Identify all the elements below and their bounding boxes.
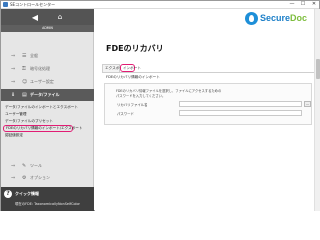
sidebar-subitem[interactable]: データ/ファイルのインポートとエクスポート: [5, 104, 78, 111]
instructions: FDEのリカバリ情報ファイルを選択し、ファイルにアクセスするための パスワードを…: [116, 89, 221, 98]
chevron-right-icon: ⇒: [11, 175, 16, 181]
sidebar-item-label: データ/ファイル: [30, 92, 60, 97]
import-panel: FDEのリカバリ情報ファイルを選択し、ファイルにアクセスするための パスワードを…: [104, 83, 312, 125]
page-title: FDEのリカバリ: [106, 44, 164, 53]
scrollbar[interactable]: [314, 9, 320, 211]
logo-mark-icon: [245, 12, 258, 25]
user-icon: ☺: [22, 79, 28, 85]
scrollbar-thumb[interactable]: [316, 59, 320, 79]
sidebar-subitem[interactable]: データ/ファイルのプリセット: [5, 118, 53, 125]
sidebar-item-tools[interactable]: ⇒ ✎ ツール: [1, 160, 94, 172]
minimize-button[interactable]: —: [287, 1, 297, 8]
sidebar-subitem[interactable]: ユーザー管理: [5, 111, 27, 118]
sidebar-subitem[interactable]: 認証値設定: [5, 132, 23, 139]
sidebar-item-encryption[interactable]: ⇒ ⚿ 暗号化処理: [1, 63, 94, 75]
maximize-button[interactable]: ☐: [298, 1, 308, 8]
sidebar-item-label: オプション: [30, 175, 50, 180]
sidebar-item-label: ツール: [30, 163, 42, 168]
help-icon: ?: [4, 190, 12, 198]
sidebar-item-label: ユーザー設定: [30, 79, 54, 84]
securedoc-logo: SecureDoc: [245, 12, 315, 25]
gear-icon: ⚙: [22, 175, 27, 181]
sidebar-item-general[interactable]: ⇒ ☰ 全般: [1, 50, 94, 62]
password-input[interactable]: [179, 110, 302, 116]
instruction-line: FDEのリカバリ情報ファイルを選択し、ファイルにアクセスするための: [116, 89, 222, 93]
logo-text: SecureDoc: [260, 13, 308, 23]
sidebar-header: ◀ ⌂ ADMIN: [1, 9, 94, 32]
title-bar: SEコントロールセンター — ☐ ✕: [1, 1, 319, 9]
file-name-label: リカバリファイル名: [117, 103, 148, 107]
tab-export[interactable]: エクスポート: [102, 64, 126, 72]
sidebar-item-users[interactable]: ⇒ ☺ ユーザー設定: [1, 76, 94, 88]
sidebar: ◀ ⌂ ADMIN ⇒ ☰ 全般 ⇒ ⚿ 暗号化処理 ⇒ ☺ ユーザー設定 ⇓ …: [1, 9, 94, 211]
data-icon: ▤: [22, 92, 27, 98]
recovery-file-input[interactable]: [179, 101, 302, 107]
chevron-right-icon: ⇒: [11, 53, 16, 59]
chevron-right-icon: ⇒: [11, 66, 16, 72]
quick-info-title: クイック情報: [15, 191, 39, 196]
app-window: SEコントロールセンター — ☐ ✕ ◀ ⌂ ADMIN ⇒ ☰ 全般 ⇒ ⚿ …: [0, 0, 320, 211]
section-title: FDEのリカバリ情報のインポート: [106, 75, 160, 79]
main-content: SecureDoc FDEのリカバリ エクスポート インポート FDEのリカバリ…: [95, 9, 320, 211]
instruction-line: パスワードを入力してください。: [116, 93, 166, 98]
sidebar-item-options[interactable]: ⇒ ⚙ オプション: [1, 172, 94, 184]
sidebar-item-data[interactable]: ⇓ ▤ データ/ファイル: [1, 89, 94, 101]
sidebar-subitem-fde-recovery[interactable]: FDEのリカバリ情報のインポート/エクスポート: [3, 125, 83, 132]
browse-button[interactable]: ...: [304, 101, 311, 107]
back-arrow-icon[interactable]: ◀: [28, 13, 42, 22]
chevron-right-icon: ⇒: [11, 163, 16, 169]
sidebar-item-label: 暗号化処理: [30, 66, 50, 71]
current-user: ADMIN: [1, 25, 94, 32]
window-title: SEコントロールセンター: [10, 2, 56, 7]
sidebar-item-label: 全般: [30, 53, 38, 58]
app-icon: [3, 2, 8, 7]
tab-import[interactable]: インポート: [120, 64, 141, 72]
chevron-right-icon: ⇒: [11, 79, 16, 85]
quick-info-text: 現在のFDE: TaxonomicallyNonSelfColor: [15, 202, 80, 206]
close-button[interactable]: ✕: [309, 1, 319, 8]
password-label: パスワード: [117, 112, 134, 116]
tool-icon: ✎: [22, 163, 27, 169]
home-icon[interactable]: ⌂: [53, 13, 67, 22]
chevron-down-icon: ⇓: [11, 92, 16, 98]
list-icon: ☰: [22, 53, 27, 59]
tab-divider: [102, 72, 314, 73]
quick-info-panel: ? クイック情報 現在のFDE: TaxonomicallyNonSelfCol…: [1, 187, 94, 211]
lock-icon: ⚿: [22, 66, 26, 72]
